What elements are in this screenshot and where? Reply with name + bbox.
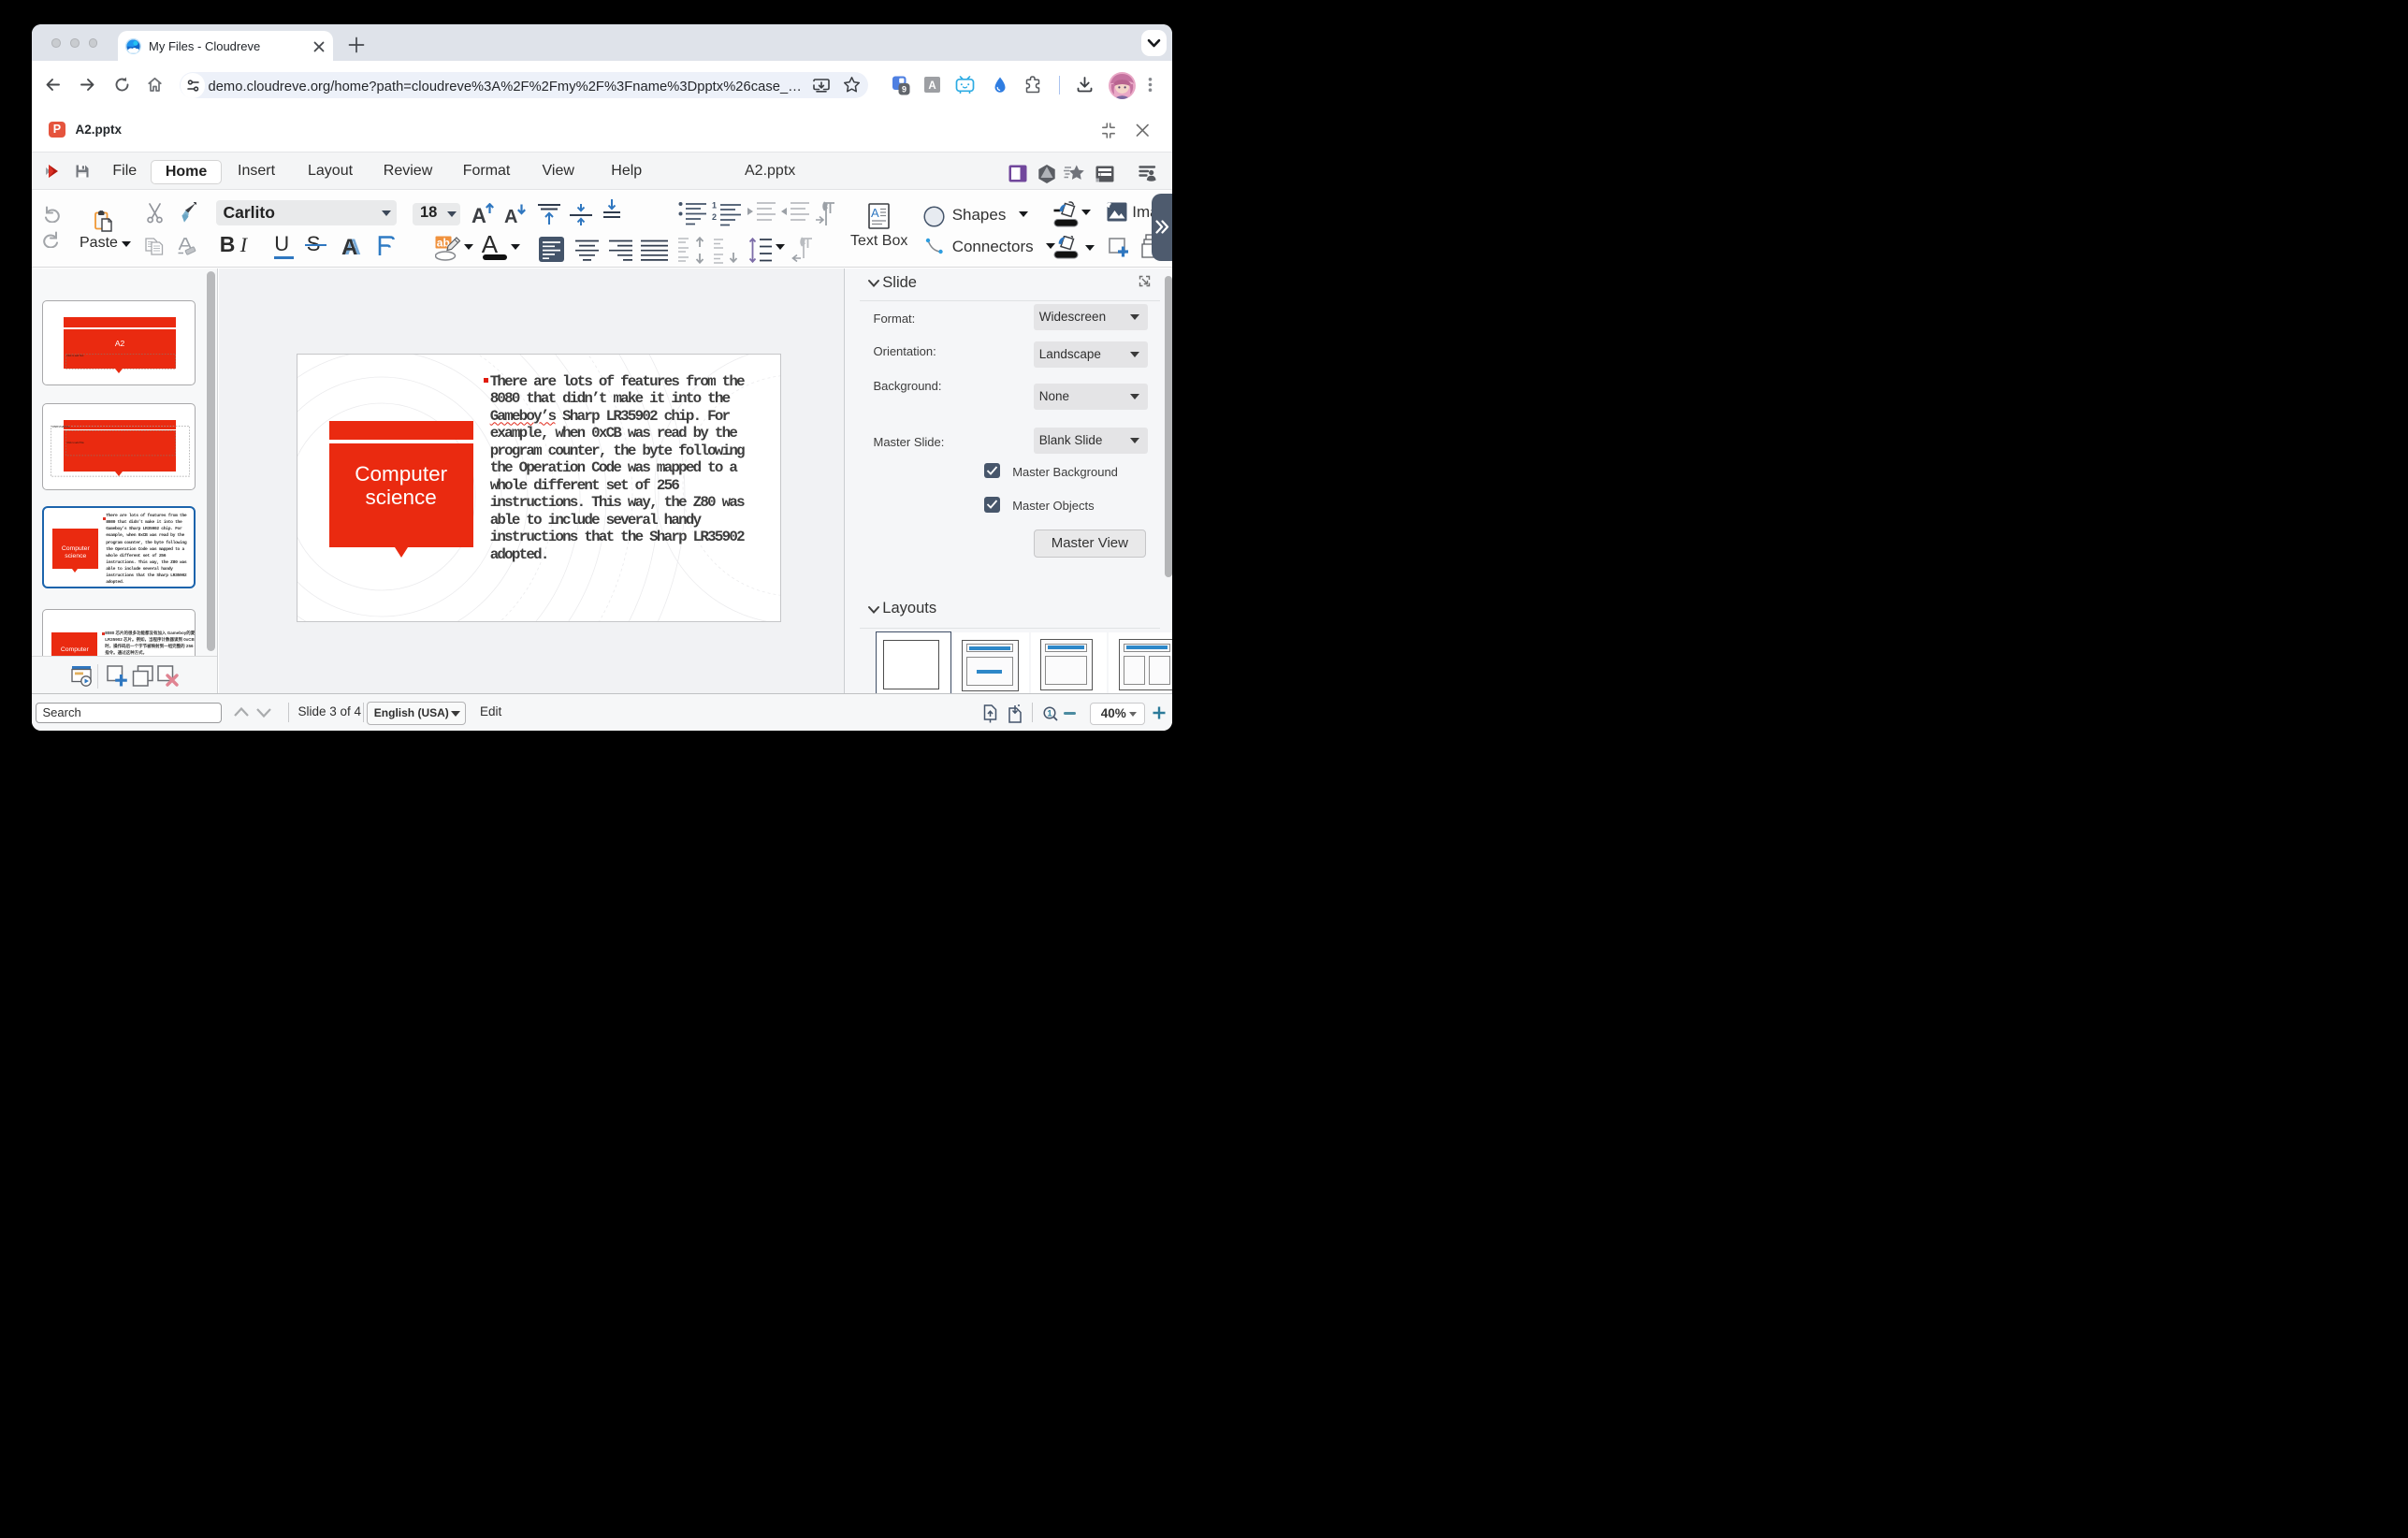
svg-text:A: A	[471, 204, 486, 226]
svg-text:1: 1	[1047, 708, 1052, 718]
svg-text:A: A	[871, 206, 879, 220]
svg-text:A: A	[928, 80, 936, 92]
svg-text:A: A	[341, 236, 357, 256]
svg-text:A: A	[504, 207, 517, 226]
svg-text:9: 9	[902, 85, 907, 94]
svg-text:1: 1	[712, 201, 717, 210]
svg-text:2: 2	[712, 212, 717, 222]
